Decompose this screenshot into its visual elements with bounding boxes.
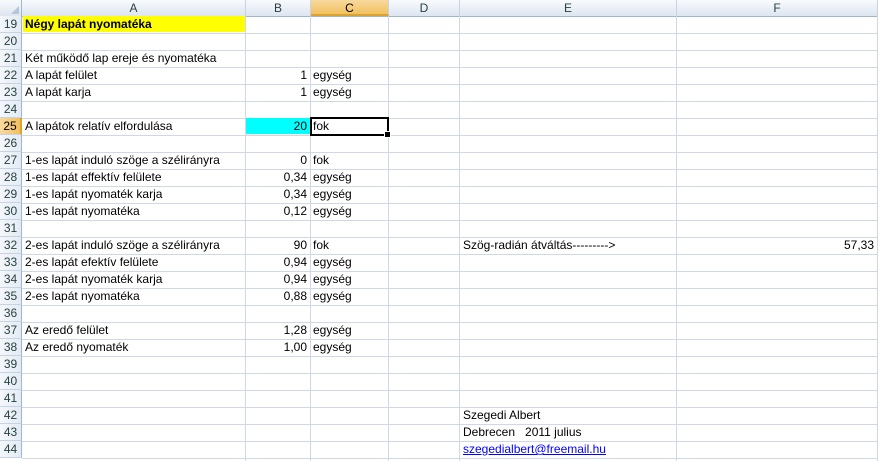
author-place-date-cell[interactable]: Debrecen 2011 julius: [461, 424, 676, 440]
label-cell[interactable]: 1-es lapát effektív felülete: [23, 169, 245, 185]
row-header[interactable]: 23: [0, 84, 22, 101]
unit-cell[interactable]: egység: [311, 339, 388, 355]
row-header[interactable]: 39: [0, 356, 22, 373]
spreadsheet: A B C D E F 19 20 21 22 23 24 25 26 27 2…: [0, 0, 878, 461]
column-header-b[interactable]: B: [246, 0, 311, 16]
row-header[interactable]: 31: [0, 220, 22, 237]
row-header[interactable]: 22: [0, 67, 22, 84]
unit-cell[interactable]: egység: [311, 203, 388, 219]
row-header-active[interactable]: 25: [0, 118, 22, 135]
label-cell[interactable]: 2-es lapát induló szöge a szélirányra: [23, 237, 245, 253]
select-all-corner[interactable]: [0, 0, 22, 16]
row-header[interactable]: 43: [0, 424, 22, 441]
column-header-a[interactable]: A: [22, 0, 246, 16]
unit-cell[interactable]: egység: [311, 322, 388, 338]
row-header[interactable]: 42: [0, 407, 22, 424]
row-header[interactable]: 33: [0, 254, 22, 271]
author-name-cell[interactable]: Szegedi Albert: [461, 407, 676, 423]
label-cell[interactable]: Az eredő felület: [23, 322, 245, 338]
label-cell[interactable]: 2-es lapát nyomatéka: [23, 288, 245, 304]
row-header[interactable]: 38: [0, 339, 22, 356]
row-header[interactable]: 34: [0, 271, 22, 288]
row-header[interactable]: 35: [0, 288, 22, 305]
row-header[interactable]: 44: [0, 441, 22, 458]
row-header[interactable]: 36: [0, 305, 22, 322]
value-cell[interactable]: 1: [246, 67, 310, 83]
gridline: [22, 390, 878, 391]
gridline: [22, 407, 878, 408]
row-header[interactable]: 32: [0, 237, 22, 254]
active-cell-border: [310, 117, 391, 138]
column-header-c[interactable]: C: [311, 0, 389, 16]
row-header[interactable]: 24: [0, 101, 22, 118]
gridline: [22, 356, 878, 357]
row-header[interactable]: 29: [0, 186, 22, 203]
unit-cell[interactable]: egység: [311, 186, 388, 202]
value-cell[interactable]: 1,00: [246, 339, 310, 355]
gridline: [22, 305, 878, 306]
value-cell[interactable]: 1: [246, 84, 310, 100]
value-cell[interactable]: 0,94: [246, 271, 310, 287]
gridline: [22, 458, 878, 459]
row-header[interactable]: 19: [0, 16, 22, 33]
label-cell[interactable]: A lapát karja: [23, 84, 245, 100]
value-cell[interactable]: 1,28: [246, 322, 310, 338]
unit-cell[interactable]: fok: [311, 152, 388, 168]
value-cell[interactable]: 0,88: [246, 288, 310, 304]
gridline: [388, 16, 389, 461]
title-cell[interactable]: Négy lapát nyomatéka: [23, 16, 245, 32]
conversion-label-cell[interactable]: Szög-radián átváltás--------->: [461, 237, 676, 253]
value-cell[interactable]: 90: [246, 237, 310, 253]
value-cell[interactable]: 0,34: [246, 186, 310, 202]
column-header-d[interactable]: D: [389, 0, 460, 16]
unit-cell[interactable]: egység: [311, 67, 388, 83]
gridline: [22, 373, 878, 374]
value-cell[interactable]: 0: [246, 152, 310, 168]
unit-cell[interactable]: egység: [311, 288, 388, 304]
label-cell[interactable]: 1-es lapát nyomaték karja: [23, 186, 245, 202]
author-email-link[interactable]: szegedialbert@freemail.hu: [461, 441, 676, 457]
column-header-e[interactable]: E: [460, 0, 677, 16]
row-header[interactable]: 40: [0, 373, 22, 390]
row-header[interactable]: 28: [0, 169, 22, 186]
label-cell[interactable]: 1-es lapát nyomatéka: [23, 203, 245, 219]
row-header[interactable]: 20: [0, 33, 22, 50]
unit-cell[interactable]: egység: [311, 169, 388, 185]
gridline: [459, 16, 460, 461]
unit-cell[interactable]: egység: [311, 254, 388, 270]
row-header[interactable]: 41: [0, 390, 22, 407]
gridline: [22, 33, 878, 34]
select-all-icon: [11, 6, 19, 14]
gridline: [22, 101, 878, 102]
fill-handle[interactable]: [384, 131, 391, 138]
rotation-input-cell[interactable]: 20: [246, 118, 310, 134]
label-cell[interactable]: A lapát felület: [23, 67, 245, 83]
row-header[interactable]: 26: [0, 135, 22, 152]
conversion-value-cell[interactable]: 57,33: [677, 237, 877, 253]
column-header-row: A B C D E F: [0, 0, 878, 17]
row-header[interactable]: 37: [0, 322, 22, 339]
unit-cell[interactable]: egység: [311, 84, 388, 100]
label-cell[interactable]: A lapátok relatív elfordulása: [23, 118, 245, 134]
value-cell[interactable]: 0,34: [246, 169, 310, 185]
label-cell[interactable]: 2-es lapát nyomaték karja: [23, 271, 245, 287]
value-cell[interactable]: 0,94: [246, 254, 310, 270]
section-heading-cell[interactable]: Két működő lap ereje és nyomatéka: [23, 50, 245, 66]
label-cell[interactable]: Az eredő nyomaték: [23, 339, 245, 355]
column-header-f[interactable]: F: [677, 0, 878, 16]
unit-cell[interactable]: egység: [311, 271, 388, 287]
row-header[interactable]: 21: [0, 50, 22, 67]
label-cell[interactable]: 2-es lapát efektív felülete: [23, 254, 245, 270]
label-cell[interactable]: 1-es lapát induló szöge a szélirányra: [23, 152, 245, 168]
gridline: [22, 220, 878, 221]
unit-cell[interactable]: fok: [311, 237, 388, 253]
value-cell[interactable]: 0,12: [246, 203, 310, 219]
gridline: [22, 424, 878, 425]
row-header[interactable]: 30: [0, 203, 22, 220]
gridline: [22, 135, 878, 136]
row-header[interactable]: 27: [0, 152, 22, 169]
gridline: [22, 441, 878, 442]
